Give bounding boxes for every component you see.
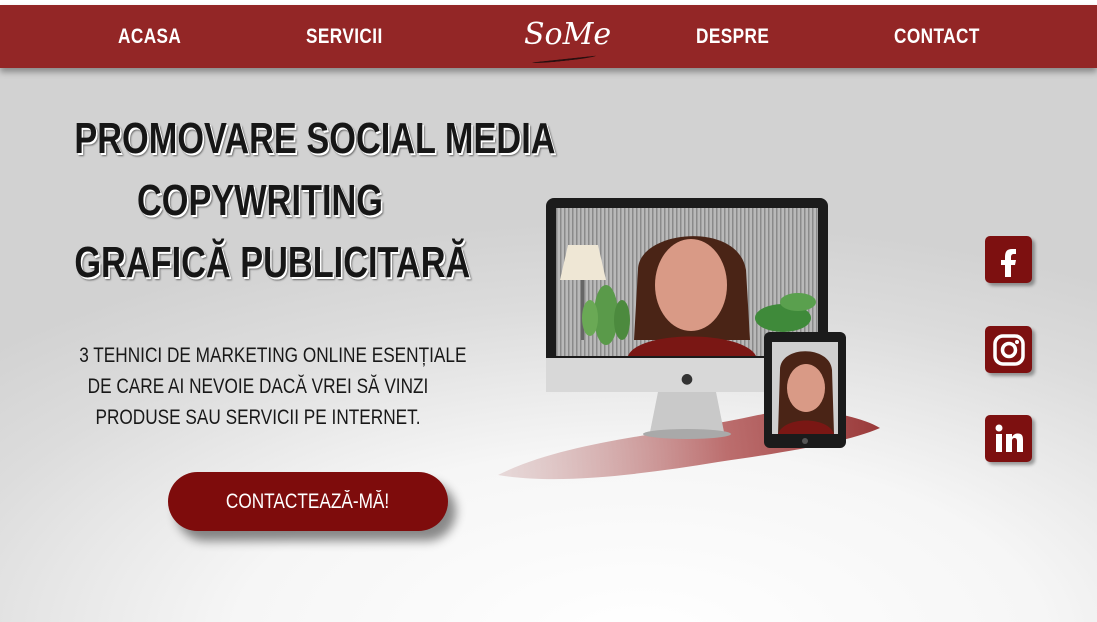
nav-link-servicii[interactable]: SERVICII (306, 5, 383, 68)
headline-line-3: GRAFICĂ PUBLICITARĂ (74, 238, 471, 287)
hero-subtext: 3 TEHNICI DE MARKETING ONLINE ESENȚIALE … (79, 340, 467, 433)
monitor-stand-base (643, 429, 731, 439)
main-navbar: ACASA SERVICII SoMe DESPRE CONTACT (0, 5, 1097, 68)
facebook-icon (1000, 248, 1016, 277)
instagram-icon (992, 333, 1025, 366)
nav-link-acasa[interactable]: ACASA (118, 5, 181, 68)
nav-link-despre[interactable]: DESPRE (696, 5, 769, 68)
linkedin-link[interactable] (985, 415, 1032, 462)
plant-right-shape-2 (780, 293, 816, 311)
cactus-left-shape-3 (614, 300, 630, 340)
logo-underline (531, 53, 597, 65)
site-logo[interactable]: SoMe (524, 15, 611, 65)
tablet-home-button (802, 438, 808, 444)
linkedin-icon (995, 424, 1023, 452)
person-face-shape (655, 239, 727, 331)
headline-line-1: PROMOVARE SOCIAL MEDIA (74, 114, 556, 163)
contact-me-button-label: CONTACTEAZĂ-MĂ! (226, 489, 390, 513)
monitor-stand (650, 392, 724, 432)
subtext-line-2: DE CARE AI NEVOIE DACĂ VREI SĂ VINZI (87, 375, 429, 398)
device-mockup-illustration: ● (498, 198, 880, 480)
headline-line-2: COPYWRITING (137, 176, 383, 225)
cactus-left-shape-2 (582, 300, 598, 336)
subtext-line-1: 3 TEHNICI DE MARKETING ONLINE ESENȚIALE (79, 344, 467, 367)
apple-logo-icon: ● (681, 371, 693, 387)
facebook-link[interactable] (985, 236, 1032, 283)
logo-text: SoMe (524, 17, 612, 52)
nav-link-contact[interactable]: CONTACT (894, 5, 980, 68)
instagram-link[interactable] (985, 326, 1032, 373)
subtext-line-3: PRODUSE SAU SERVICII PE INTERNET. (95, 406, 421, 429)
lamp-shade-shape (560, 245, 606, 280)
tablet-person-face-shape (787, 364, 825, 412)
contact-me-button[interactable]: CONTACTEAZĂ-MĂ! (168, 472, 448, 531)
